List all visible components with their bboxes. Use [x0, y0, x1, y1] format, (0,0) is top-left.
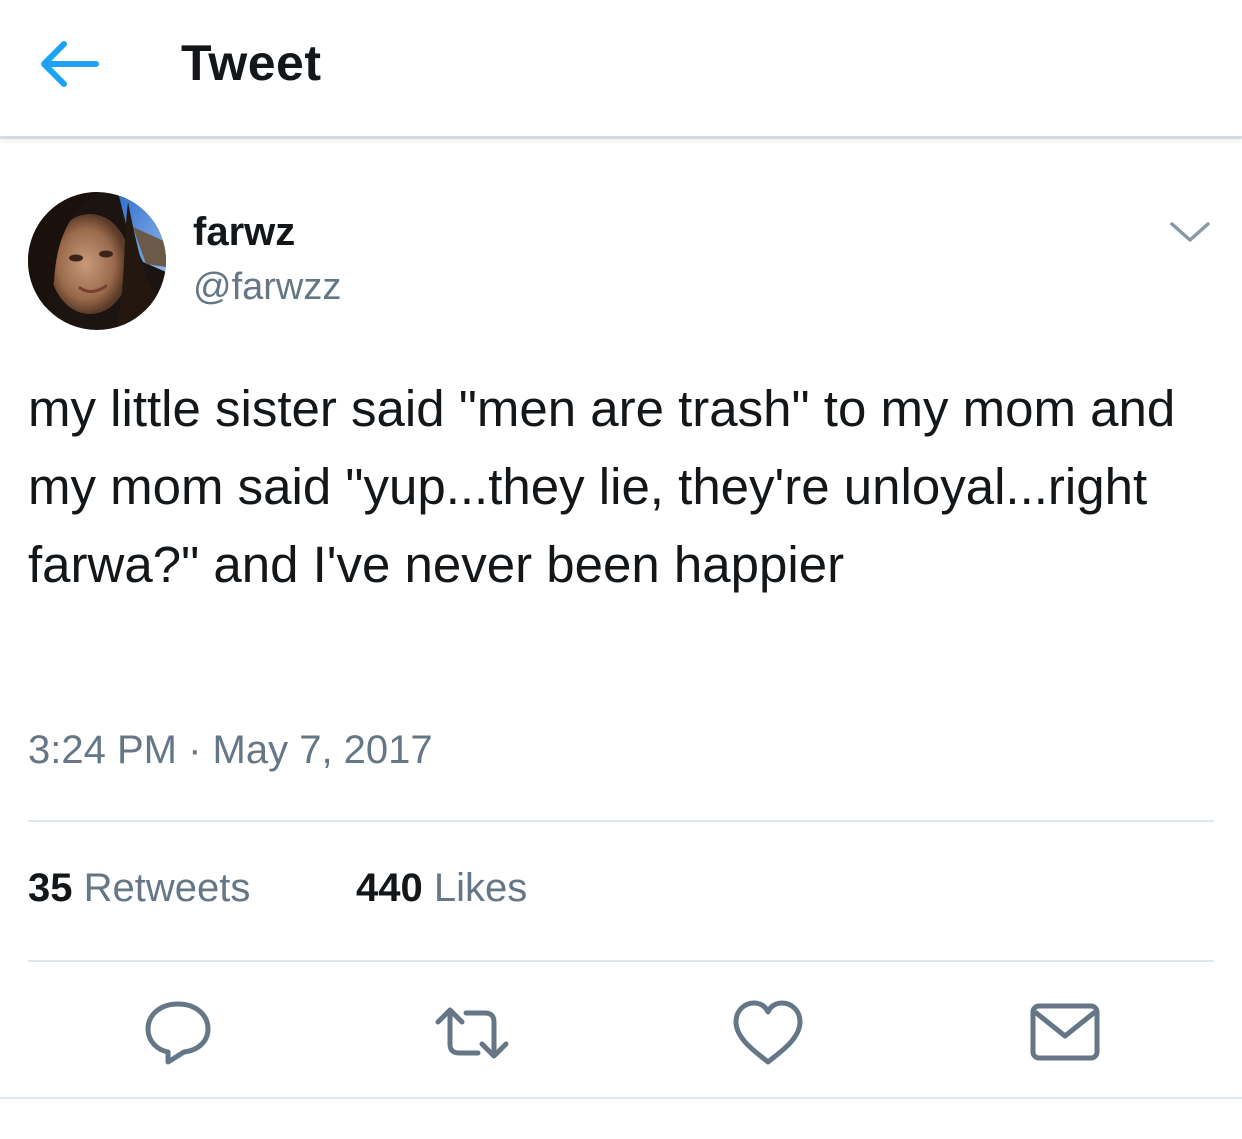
- reply-icon: [145, 1001, 211, 1065]
- back-button[interactable]: [34, 34, 104, 94]
- top-bar: Tweet: [0, 0, 1242, 139]
- arrow-left-icon: [41, 41, 99, 87]
- display-name[interactable]: farwz: [193, 210, 295, 255]
- chevron-down-icon: [1170, 222, 1210, 242]
- retweets-count: 35: [28, 866, 73, 910]
- divider: [28, 960, 1214, 962]
- retweets-label: Retweets: [83, 866, 251, 910]
- likes-stat[interactable]: 440 Likes: [356, 866, 527, 911]
- page-title: Tweet: [181, 35, 322, 91]
- reply-button[interactable]: [140, 998, 216, 1068]
- divider: [0, 1097, 1242, 1099]
- likes-label: Likes: [433, 866, 528, 910]
- heart-icon: [733, 1000, 803, 1065]
- direct-message-button[interactable]: [1027, 998, 1103, 1068]
- retweet-button[interactable]: [434, 998, 510, 1068]
- more-options-button[interactable]: [1166, 212, 1214, 252]
- likes-count: 440: [356, 866, 423, 910]
- retweet-icon: [435, 1007, 509, 1059]
- tweet-text: my little sister said "men are trash" to…: [28, 380, 1176, 593]
- tweet-timestamp: 3:24 PM · May 7, 2017: [28, 728, 433, 772]
- profile-photo: [28, 192, 166, 330]
- envelope-icon: [1030, 1003, 1100, 1061]
- avatar[interactable]: [28, 192, 166, 330]
- user-handle[interactable]: @farwzz: [193, 266, 341, 309]
- retweets-stat[interactable]: 35 Retweets: [28, 866, 250, 911]
- divider: [28, 820, 1214, 822]
- like-button[interactable]: [730, 998, 806, 1068]
